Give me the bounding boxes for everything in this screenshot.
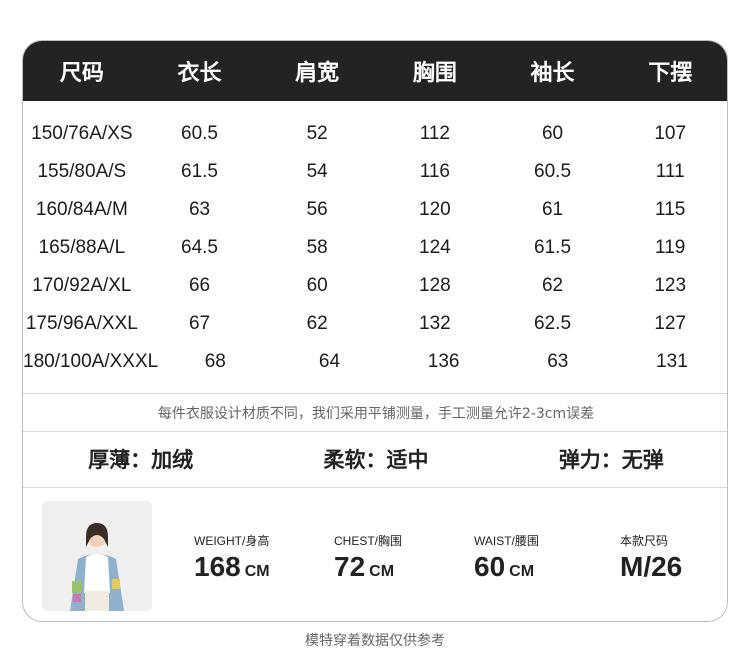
chest-label: CHEST/胸围 [334,534,403,548]
table-cell: 136 [427,351,460,372]
table-cell: 54 [306,161,328,182]
table-row: 150/76A/XS 60.5 52 112 60 107 [23,115,727,153]
model-info: WEIGHT/身高 168 CM CHEST/胸围 72 CM WAIST/腰围 6… [23,488,727,621]
model-size: 本款尺码 M/26 [620,532,682,583]
header-hem: 下摆 [648,61,693,86]
weight-value-line: 168 CM [194,551,270,588]
table-cell: 170/92A/XL [32,275,132,296]
size-chart-card: 尺码 衣长 肩宽 胸围 袖长 下摆 150/76A/XS 60.5 52 112… [22,40,728,622]
model-waist: WAIST/腰围 60 CM [474,532,539,588]
size-table: 150/76A/XS 60.5 52 112 60 107 155/80A/S … [23,115,727,381]
table-cell: 60.5 [181,123,218,144]
reference-footer: 模特穿着数据仅供参考 [305,633,445,649]
table-cell: 61.5 [534,237,572,258]
table-cell: 61 [541,199,564,220]
waist-unit: CM [509,563,535,580]
table-cell: 60 [541,123,564,144]
table-cell: 107 [654,123,687,144]
table-cell: 115 [655,199,686,220]
table-cell: 58 [306,237,328,258]
header-chest: 胸围 [412,61,457,86]
elasticity-property: 弹力：无弹 [558,448,664,472]
size-label: 本款尺码 [620,534,669,548]
header-shoulder: 肩宽 [295,61,340,86]
table-cell: 180/100A/XXXL [23,351,159,372]
weight-unit: CM [244,563,270,580]
table-row: 160/84A/M 63 56 120 61 115 [23,191,727,229]
table-row: 155/80A/S 61.5 54 116 60.5 111 [23,153,727,191]
table-cell: 124 [419,237,451,258]
table-row: 180/100A/XXXL 68 64 136 63 131 [23,343,727,381]
chest-value: 72 [334,551,366,582]
table-cell: 123 [654,275,687,296]
model-photo-illustration [42,501,152,611]
table-cell: 63 [547,351,569,372]
table-cell: 64.5 [181,237,218,258]
table-cell: 155/80A/S [37,161,127,182]
table-cell: 60 [306,275,328,296]
table-cell: 61.5 [181,161,218,182]
table-cell: 52 [306,123,328,144]
table-cell: 119 [655,237,686,258]
header-size: 尺码 [59,61,104,86]
table-cell: 160/84A/M [35,199,128,220]
table-cell: 62 [306,313,328,334]
table-cell: 165/88A/L [38,237,126,258]
header-length: 衣长 [177,61,222,86]
table-cell: 68 [204,351,226,372]
table-cell: 131 [656,351,688,372]
weight-label: WEIGHT/身高 [194,534,270,548]
table-row: 165/88A/L 64.5 58 124 61.5 119 [23,229,727,267]
weight-value: 168 [194,551,241,582]
softness-property: 柔软：适中 [323,448,429,472]
model-weight: WEIGHT/身高 168 CM [194,532,270,588]
table-row: 170/92A/XL 66 60 128 62 123 [23,267,727,305]
chest-unit: CM [369,563,395,580]
header-sleeve: 袖长 [530,61,575,86]
table-cell: 116 [419,161,450,182]
measurement-note: 每件衣服设计材质不同，我们采用平铺测量，手工测量允许2-3cm误差 [23,393,727,432]
model-photo [42,501,152,611]
table-cell: 111 [655,161,685,182]
table-header: 尺码 衣长 肩宽 胸围 袖长 下摆 [23,41,727,101]
table-cell: 120 [419,199,451,220]
table-cell: 63 [188,199,211,220]
fabric-properties: 厚薄：加绒 柔软：适中 弹力：无弹 [23,431,727,488]
table-cell: 66 [188,275,211,296]
table-cell: 128 [419,275,451,296]
table-cell: 175/96A/XXL [25,313,138,334]
waist-value-line: 60 CM [474,551,539,588]
model-chest: CHEST/胸围 72 CM [334,532,402,588]
table-cell: 67 [188,313,211,334]
table-row: 175/96A/XXL 67 62 132 62.5 127 [23,305,727,343]
table-cell: 150/76A/XS [31,123,133,144]
size-value: M/26 [620,551,683,582]
thickness-property: 厚薄：加绒 [88,448,194,472]
waist-label: WAIST/腰围 [474,534,539,548]
waist-value: 60 [474,551,506,582]
chest-value-line: 72 CM [334,551,402,588]
table-cell: 127 [654,313,687,334]
table-cell: 56 [306,199,328,220]
table-cell: 64 [318,351,341,372]
table-cell: 132 [419,313,451,334]
table-cell: 62 [541,275,564,296]
table-cell: 112 [419,123,450,144]
table-cell: 60.5 [534,161,572,182]
table-cell: 62.5 [534,313,572,334]
